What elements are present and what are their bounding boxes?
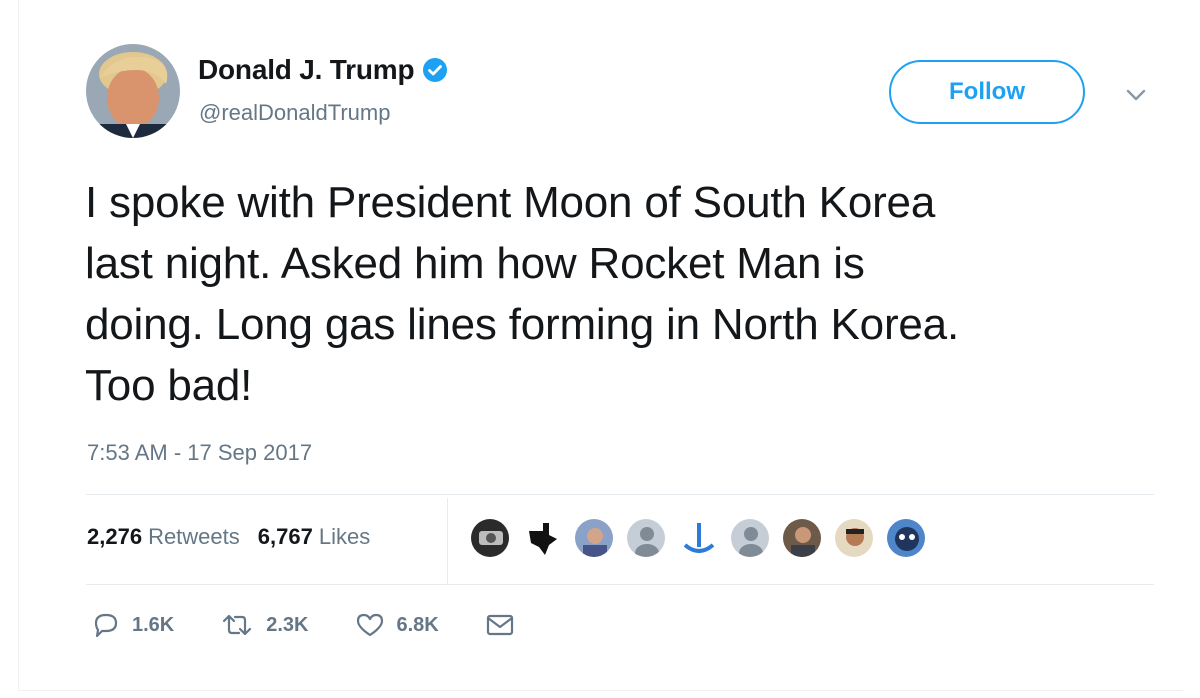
reply-button[interactable]: 1.6K	[92, 612, 174, 638]
retweets-label: Retweets	[148, 524, 240, 549]
stats-separator	[447, 498, 448, 584]
retweets-stat[interactable]: 2,276 Retweets	[87, 524, 240, 550]
tweet-text: I spoke with President Moon of South Kor…	[85, 172, 1165, 416]
divider	[86, 494, 1154, 495]
divider	[86, 584, 1154, 585]
retweet-button[interactable]: 2.3K	[220, 612, 309, 638]
liker-avatar[interactable]	[782, 518, 822, 558]
liker-avatar[interactable]	[678, 518, 718, 558]
author-name-row[interactable]: Donald J. Trump	[198, 54, 448, 86]
liker-avatar[interactable]	[834, 518, 874, 558]
liker-avatar[interactable]	[574, 518, 614, 558]
reply-icon	[94, 613, 118, 638]
liker-avatar[interactable]	[522, 518, 562, 558]
direct-message-button[interactable]	[485, 613, 515, 637]
like-count: 6.8K	[396, 613, 439, 636]
liker-avatar[interactable]	[470, 518, 510, 558]
tweet-text-line: I spoke with President Moon of South Kor…	[85, 178, 936, 227]
liker-avatars	[470, 516, 938, 560]
retweet-count: 2.3K	[266, 613, 309, 636]
tweet-text-line: doing. Long gas lines forming in North K…	[85, 300, 959, 349]
like-button[interactable]: 6.8K	[355, 612, 439, 638]
reply-count: 1.6K	[132, 613, 175, 636]
author-handle[interactable]: @realDonaldTrump	[199, 100, 390, 126]
author-avatar[interactable]	[86, 44, 180, 138]
liker-avatar[interactable]	[626, 518, 666, 558]
tweet-actions: 1.6K 2.3K 6.8K	[92, 612, 561, 638]
tweet-text-line: Too bad!	[85, 361, 253, 410]
tweet-timestamp[interactable]: 7:53 AM - 17 Sep 2017	[87, 440, 312, 466]
likes-count: 6,767	[257, 524, 313, 549]
retweets-count: 2,276	[87, 524, 143, 549]
chevron-down-icon[interactable]	[1124, 86, 1148, 104]
tweet-text-line: last night. Asked him how Rocket Man is	[85, 239, 865, 288]
tweet-stats: 2,276 Retweets 6,767 Likes	[87, 524, 388, 550]
liker-avatar[interactable]	[730, 518, 770, 558]
likes-stat[interactable]: 6,767 Likes	[258, 524, 370, 550]
author-name[interactable]: Donald J. Trump	[198, 54, 415, 86]
likes-label: Likes	[318, 524, 371, 549]
like-icon	[356, 613, 383, 637]
follow-button[interactable]: Follow	[889, 60, 1085, 124]
verified-badge-icon	[422, 57, 448, 83]
message-icon	[486, 614, 513, 636]
retweet-icon	[223, 614, 252, 636]
liker-avatar[interactable]	[886, 518, 926, 558]
